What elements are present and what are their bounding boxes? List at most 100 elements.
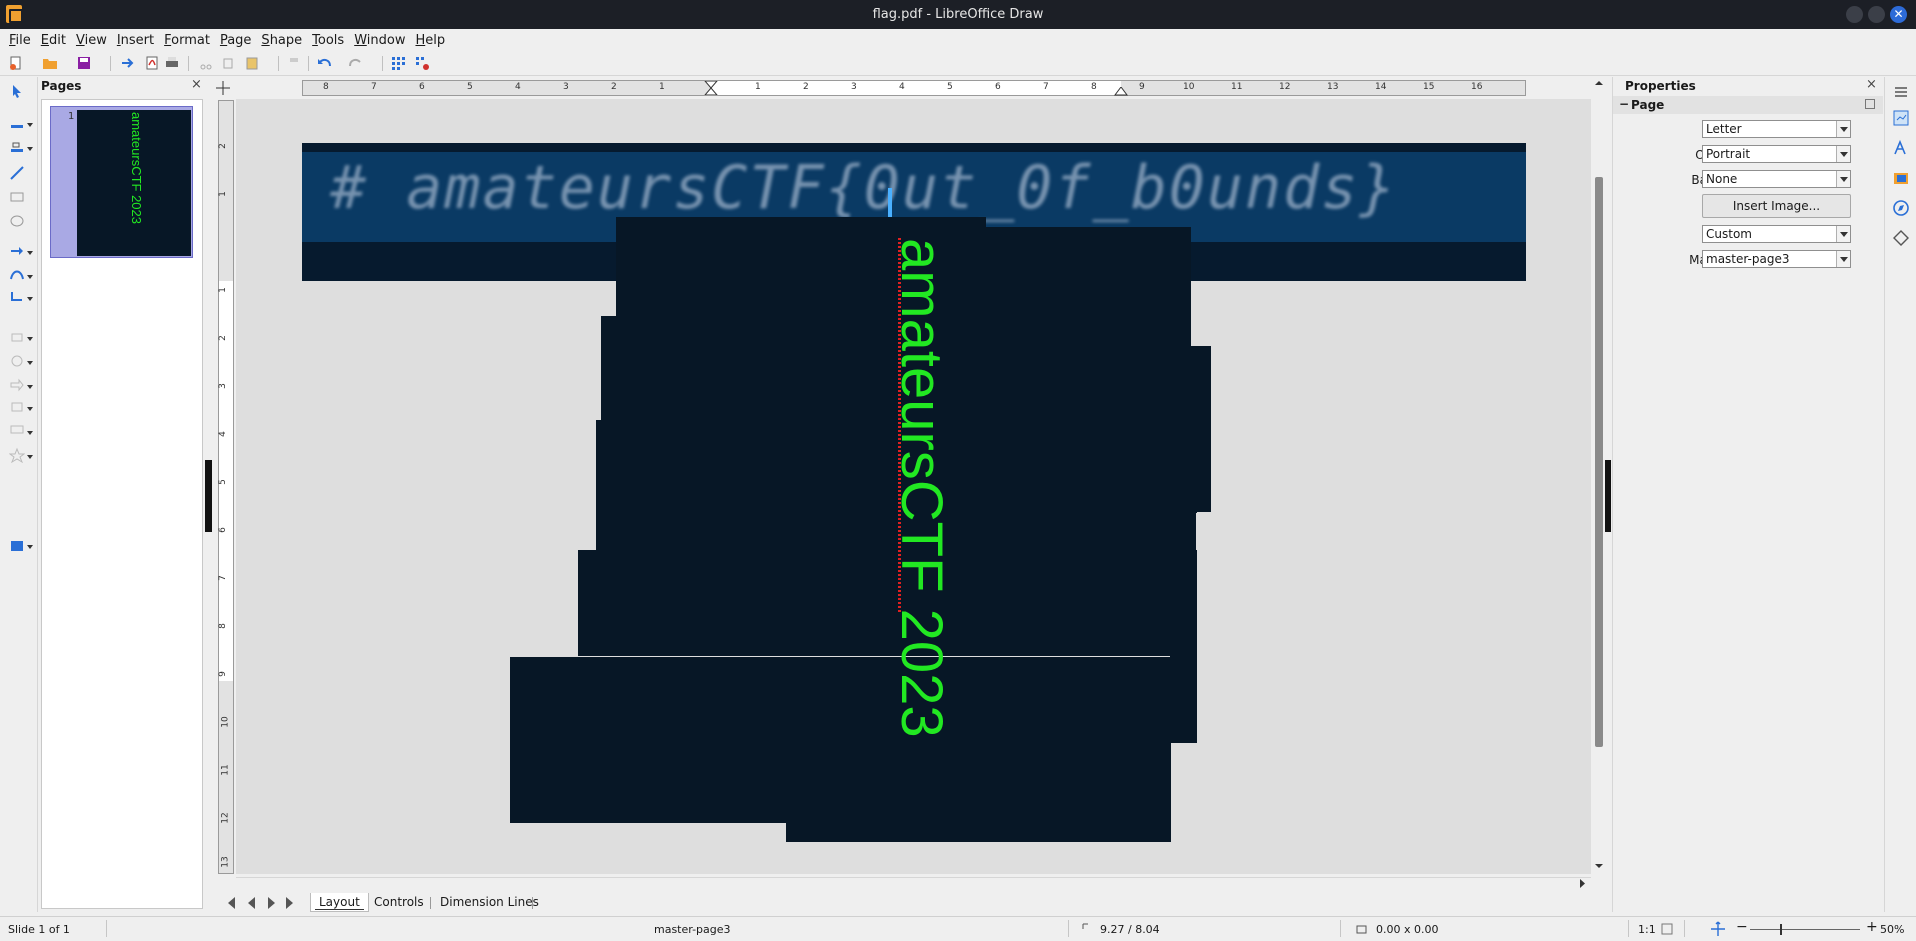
tab-dimension-lines[interactable]: Dimension Lines [432, 893, 547, 912]
block-arrows-icon[interactable] [9, 377, 25, 393]
sidebar-collapse-handle[interactable] [1604, 460, 1611, 532]
close-window-button[interactable]: ✕ [1890, 6, 1907, 23]
horizontal-ruler[interactable]: 8 7 6 5 4 3 2 1 1 2 3 4 5 6 7 8 9 10 11 … [302, 80, 1526, 96]
fit-page-icon[interactable] [1710, 921, 1726, 937]
left-pane-collapse-handle[interactable] [205, 460, 212, 532]
dropdown-arrow-icon[interactable] [1836, 146, 1850, 162]
zoom-level[interactable]: 50% [1880, 923, 1904, 936]
menu-shape[interactable]: Shape [256, 33, 307, 48]
redo-icon[interactable] [348, 55, 364, 71]
scroll-up-icon[interactable] [1595, 79, 1603, 87]
ellipse-tool-icon[interactable] [9, 213, 25, 229]
maximize-button[interactable] [1868, 6, 1885, 23]
scroll-right-icon[interactable] [1578, 879, 1587, 888]
insert-image-button[interactable]: Insert Image... [1702, 194, 1851, 218]
line-tool-icon[interactable] [9, 165, 25, 181]
print-icon[interactable] [164, 55, 180, 71]
helplines-icon[interactable] [414, 55, 430, 71]
dropdown-arrow-icon[interactable] [1836, 251, 1850, 267]
grid-icon[interactable] [390, 55, 406, 71]
zoom-out-icon[interactable]: − [1736, 919, 1748, 935]
dark-shape[interactable] [1196, 512, 1197, 513]
master-page-select[interactable]: master-page3 [1702, 250, 1851, 268]
save-icon[interactable] [76, 55, 92, 71]
save-status-icon[interactable] [1660, 922, 1674, 936]
symbol-shapes-icon[interactable] [9, 353, 25, 369]
styles-icon[interactable] [1892, 139, 1910, 157]
vertical-ruler[interactable]: 2 1 1 2 3 4 5 6 7 8 9 10 11 12 13 [218, 100, 234, 874]
callouts-icon[interactable] [9, 423, 25, 439]
export-pdf-icon[interactable] [144, 55, 160, 71]
clone-formatting-icon[interactable] [286, 55, 302, 71]
export-icon[interactable] [120, 55, 136, 71]
dark-shape[interactable] [1156, 742, 1171, 842]
left-indent-marker-icon[interactable] [704, 81, 718, 95]
next-tab-icon[interactable] [268, 897, 275, 909]
cut-icon[interactable] [198, 55, 214, 71]
zoom-in-icon[interactable]: + [1866, 919, 1878, 935]
undo-icon[interactable] [316, 55, 332, 71]
menu-insert[interactable]: Insert [112, 33, 159, 48]
menu-tools[interactable]: Tools [307, 33, 349, 48]
zoom-slider[interactable] [1750, 929, 1860, 930]
minimize-button[interactable] [1846, 6, 1863, 23]
page-thumbnail[interactable]: 1 amateursCTF 2023 [50, 106, 193, 258]
pages-close-icon[interactable]: × [191, 77, 202, 92]
format-select[interactable]: Letter [1702, 120, 1851, 138]
vertical-title-text[interactable]: amateursCTF 2023 [889, 238, 954, 738]
menu-icon[interactable] [1892, 83, 1910, 101]
tab-layout[interactable]: Layout [310, 893, 369, 912]
ruler-origin-icon[interactable] [214, 77, 232, 99]
tab-controls[interactable]: Controls [366, 893, 432, 912]
zoom-slider-thumb[interactable] [1780, 924, 1782, 935]
basic-shapes-icon[interactable] [9, 329, 25, 345]
menu-file[interactable]: File [4, 33, 36, 48]
dropdown-arrow-icon[interactable] [1836, 226, 1850, 242]
dark-shape[interactable] [510, 657, 1170, 823]
menu-format[interactable]: Format [159, 33, 215, 48]
last-tab-icon[interactable] [286, 897, 293, 909]
rectangle-tool-icon[interactable] [9, 189, 25, 205]
copy-icon[interactable] [220, 55, 236, 71]
first-tab-icon[interactable] [228, 897, 235, 909]
arrow-line-icon[interactable] [9, 243, 25, 259]
menu-edit[interactable]: Edit [36, 33, 71, 48]
gallery-icon[interactable] [1892, 169, 1910, 187]
more-options-icon[interactable] [1865, 99, 1875, 109]
page-section-header[interactable]: − Page [1613, 96, 1883, 114]
margin-select[interactable]: Custom [1702, 225, 1851, 243]
vertical-scroll-thumb[interactable] [1595, 177, 1603, 747]
select-arrow-icon[interactable] [9, 83, 25, 99]
right-indent-marker-icon[interactable] [1114, 87, 1128, 96]
scroll-down-icon[interactable] [1595, 862, 1603, 870]
dark-shape[interactable] [1170, 636, 1197, 743]
3d-objects-icon[interactable] [9, 537, 25, 553]
new-document-icon[interactable] [8, 55, 24, 71]
open-folder-icon[interactable] [42, 55, 58, 71]
flowchart-icon[interactable] [9, 399, 25, 415]
properties-close-icon[interactable]: × [1866, 77, 1877, 92]
prev-tab-icon[interactable] [248, 897, 255, 909]
collapse-icon[interactable]: − [1619, 97, 1629, 111]
connector-tool-icon[interactable] [9, 289, 25, 305]
navigator-icon[interactable] [1892, 199, 1910, 217]
line-color-icon[interactable] [9, 115, 25, 131]
fill-color-icon[interactable] [9, 139, 25, 155]
stars-icon[interactable] [9, 447, 25, 463]
dark-shape[interactable] [578, 550, 1197, 656]
menu-window[interactable]: Window [349, 33, 410, 48]
properties-deck-icon[interactable] [1892, 109, 1910, 127]
curve-tool-icon[interactable] [9, 267, 25, 283]
background-select[interactable]: None [1702, 170, 1851, 188]
menu-page[interactable]: Page [215, 33, 256, 48]
dark-shape[interactable] [786, 820, 1156, 842]
menu-help[interactable]: Help [410, 33, 450, 48]
vertical-scrollbar[interactable] [1593, 77, 1605, 874]
menu-view[interactable]: View [71, 33, 112, 48]
horizontal-scrollbar[interactable] [236, 877, 1591, 889]
dropdown-arrow-icon[interactable] [1836, 121, 1850, 137]
paste-icon[interactable] [244, 55, 260, 71]
shapes-icon[interactable] [1892, 229, 1910, 247]
dropdown-arrow-icon[interactable] [1836, 171, 1850, 187]
orientation-select[interactable]: Portrait [1702, 145, 1851, 163]
